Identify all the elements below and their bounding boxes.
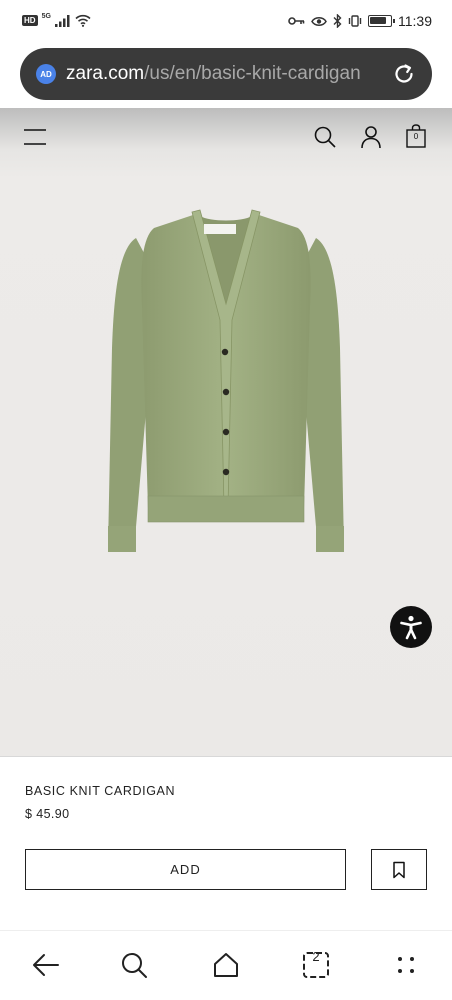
battery-level xyxy=(370,17,386,24)
home-icon[interactable] xyxy=(210,949,242,981)
status-left: HD 5G xyxy=(22,13,91,27)
url-path: /us/en/basic-knit-cardigan xyxy=(144,63,361,84)
clock: 11:39 xyxy=(398,13,432,29)
account-icon[interactable] xyxy=(358,124,384,150)
wifi-icon xyxy=(75,14,91,27)
battery-icon xyxy=(368,15,395,27)
network-type-label: 5G xyxy=(41,13,51,20)
eye-icon xyxy=(311,16,327,26)
vibrate-icon xyxy=(348,15,362,27)
key-icon xyxy=(288,17,305,25)
add-to-bag-button[interactable]: ADD xyxy=(25,849,346,890)
bookmark-button[interactable] xyxy=(371,849,427,890)
gallery-divider xyxy=(0,756,452,757)
status-right: 11:39 xyxy=(288,13,432,29)
reload-icon[interactable] xyxy=(392,62,416,86)
hamburger-menu-icon[interactable] xyxy=(22,124,48,150)
search-icon[interactable] xyxy=(118,949,150,981)
back-arrow-icon[interactable] xyxy=(30,949,62,981)
bookmark-icon xyxy=(393,861,405,878)
site-header: 0 xyxy=(0,108,452,168)
status-bar: HD 5G 11:39 xyxy=(0,0,452,44)
search-icon[interactable] xyxy=(312,124,338,150)
site-info-icon[interactable]: AD xyxy=(36,64,56,84)
web-page: 0 BASIC KNIT CARDIGAN $ 45.90 ADD xyxy=(0,108,452,930)
cardigan-image[interactable] xyxy=(96,208,356,560)
url-field[interactable]: zara.com/us/en/basic-knit-cardigan xyxy=(66,62,376,86)
tabs-count: 2 xyxy=(312,949,320,964)
bag-count: 0 xyxy=(413,132,419,141)
accessibility-icon[interactable] xyxy=(390,606,432,648)
signal-icon xyxy=(54,14,70,27)
hd-icon: HD xyxy=(22,15,38,26)
address-bar[interactable]: AD zara.com/us/en/basic-knit-cardigan xyxy=(20,48,432,100)
more-dots-icon[interactable] xyxy=(390,949,422,981)
tabs-button[interactable]: 2 xyxy=(300,949,332,981)
product-gallery[interactable]: 0 xyxy=(0,108,452,756)
url-domain: zara.com xyxy=(66,63,145,84)
product-price: $ 45.90 xyxy=(25,807,70,821)
browser-toolbar: 2 xyxy=(0,930,452,1000)
product-name: BASIC KNIT CARDIGAN xyxy=(25,784,176,798)
bluetooth-icon xyxy=(333,14,342,28)
shopping-bag-icon[interactable]: 0 xyxy=(403,124,429,150)
